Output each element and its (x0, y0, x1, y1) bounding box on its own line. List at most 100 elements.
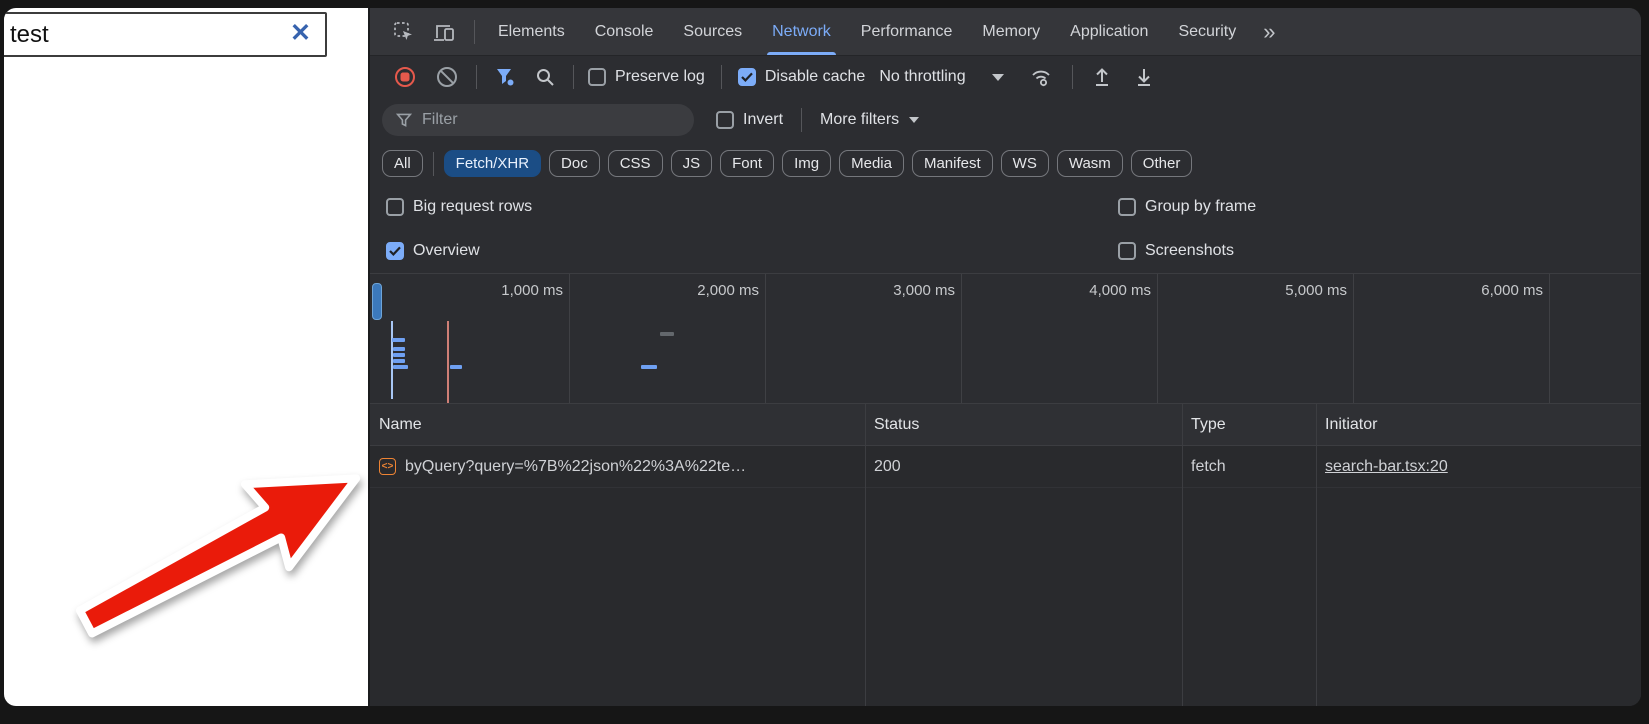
table-row[interactable]: <> byQuery?query=%7B%22json%22%3A%22te… … (370, 446, 1641, 488)
big-request-rows-checkbox[interactable]: Big request rows (386, 198, 532, 216)
group-by-frame-checkbox[interactable]: Group by frame (1118, 198, 1256, 216)
screenshot-stage: ✕ (0, 0, 1649, 724)
table-header-row: Name Status Type Initiator (370, 404, 1641, 446)
column-header-name[interactable]: Name (370, 416, 865, 434)
preserve-log-label: Preserve log (615, 68, 705, 86)
disable-cache-checkbox[interactable]: Disable cache (738, 68, 866, 86)
chip-divider (433, 152, 434, 176)
chip-ws[interactable]: WS (1001, 150, 1049, 177)
timeline-gridline (1549, 274, 1550, 403)
search-input[interactable] (4, 21, 284, 49)
chip-all[interactable]: All (382, 150, 423, 177)
tab-application[interactable]: Application (1055, 8, 1163, 55)
chip-fetch-xhr[interactable]: Fetch/XHR (444, 150, 541, 177)
tab-memory[interactable]: Memory (967, 8, 1055, 55)
record-network-log-icon[interactable] (384, 66, 426, 88)
request-type: fetch (1182, 458, 1316, 476)
requests-table: Name Status Type Initiator <> byQuery?qu… (370, 404, 1641, 706)
filter-toggle-icon[interactable] (485, 67, 525, 87)
column-header-status[interactable]: Status (865, 416, 1182, 434)
toolbar-divider (573, 65, 574, 89)
timeline-window-grip[interactable] (372, 283, 382, 320)
tab-elements[interactable]: Elements (483, 8, 580, 55)
chip-other[interactable]: Other (1131, 150, 1193, 177)
column-header-initiator[interactable]: Initiator (1316, 416, 1641, 434)
tab-sources[interactable]: Sources (668, 8, 757, 55)
timeline-bar (393, 347, 405, 351)
column-divider[interactable] (865, 404, 866, 706)
column-divider[interactable] (1182, 404, 1183, 706)
clear-network-log-icon[interactable] (426, 66, 468, 88)
tabbar-divider (474, 20, 475, 44)
request-name[interactable]: byQuery?query=%7B%22json%22%3A%22te… (405, 458, 746, 476)
filter-row: Invert More filters (370, 98, 1641, 142)
big-request-rows-label: Big request rows (413, 198, 532, 216)
column-header-type[interactable]: Type (1182, 416, 1316, 434)
toolbar-divider (1072, 65, 1073, 89)
filter-row-divider (801, 108, 802, 132)
more-filters-button[interactable]: More filters (820, 111, 919, 129)
column-divider[interactable] (1316, 404, 1317, 706)
chip-js[interactable]: JS (671, 150, 713, 177)
timeline-gridline (569, 274, 570, 403)
tab-performance[interactable]: Performance (846, 8, 968, 55)
timeline-gridline (1353, 274, 1354, 403)
search-icon[interactable] (525, 67, 565, 87)
timeline-bar (392, 338, 405, 342)
preserve-log-checkbox[interactable]: Preserve log (588, 68, 705, 86)
timeline-tick-label: 2,000 ms (609, 282, 759, 299)
chip-media[interactable]: Media (839, 150, 904, 177)
throttling-select[interactable]: No throttling (879, 68, 1003, 86)
screenshots-checkbox[interactable]: Screenshots (1118, 242, 1234, 260)
checkbox-unchecked-icon (716, 111, 734, 129)
checkbox-checked-icon (738, 68, 756, 86)
filter-input-pill[interactable] (382, 104, 694, 136)
chip-doc[interactable]: Doc (549, 150, 600, 177)
caret-down-icon (992, 74, 1004, 81)
export-har-icon[interactable] (1123, 66, 1165, 88)
clear-search-icon[interactable]: ✕ (284, 21, 325, 48)
screenshots-label: Screenshots (1145, 242, 1234, 260)
timeline-bar (641, 365, 657, 369)
web-page: ✕ (4, 8, 368, 706)
more-tabs-icon[interactable]: » (1251, 8, 1287, 55)
timeline-gridline (1157, 274, 1158, 403)
toolbar-divider (721, 65, 722, 89)
chip-img[interactable]: Img (782, 150, 831, 177)
filter-input[interactable] (422, 111, 680, 129)
invert-label: Invert (743, 111, 783, 129)
tab-console[interactable]: Console (580, 8, 669, 55)
invert-checkbox[interactable]: Invert (716, 111, 783, 129)
request-type-filter-row: All Fetch/XHR Doc CSS JS Font Img Media … (370, 142, 1641, 185)
request-initiator-link[interactable]: search-bar.tsx:20 (1325, 458, 1448, 475)
devtools-tabbar: Elements Console Sources Network Perform… (370, 8, 1641, 56)
timeline-bar (393, 365, 408, 369)
checkbox-unchecked-icon (1118, 198, 1136, 216)
timeline-tick-label: 4,000 ms (1001, 282, 1151, 299)
timeline-bar (450, 365, 462, 369)
inspect-element-icon[interactable] (384, 8, 424, 55)
options-row-1: Big request rows Group by frame (370, 185, 1641, 229)
network-overview-timeline[interactable]: 1,000 ms 2,000 ms 3,000 ms 4,000 ms 5,00… (370, 273, 1641, 404)
tab-network[interactable]: Network (757, 8, 846, 55)
toolbar-divider (476, 65, 477, 89)
devtools-panel: Elements Console Sources Network Perform… (368, 8, 1641, 706)
chip-manifest[interactable]: Manifest (912, 150, 993, 177)
device-toolbar-icon[interactable] (424, 8, 466, 55)
load-event-line (447, 321, 449, 403)
request-status: 200 (865, 458, 1182, 476)
timeline-tick-label: 6,000 ms (1393, 282, 1543, 299)
chip-css[interactable]: CSS (608, 150, 663, 177)
chip-font[interactable]: Font (720, 150, 774, 177)
network-conditions-icon[interactable] (1020, 66, 1064, 88)
checkbox-unchecked-icon (588, 68, 606, 86)
overview-checkbox[interactable]: Overview (386, 242, 480, 260)
checkbox-unchecked-icon (1118, 242, 1136, 260)
import-har-icon[interactable] (1081, 66, 1123, 88)
tab-security[interactable]: Security (1163, 8, 1251, 55)
overview-label: Overview (413, 242, 480, 260)
timeline-tick-label: 5,000 ms (1197, 282, 1347, 299)
chip-wasm[interactable]: Wasm (1057, 150, 1123, 177)
page-search-box[interactable]: ✕ (4, 12, 327, 57)
timeline-tick-label: 1,000 ms (413, 282, 563, 299)
